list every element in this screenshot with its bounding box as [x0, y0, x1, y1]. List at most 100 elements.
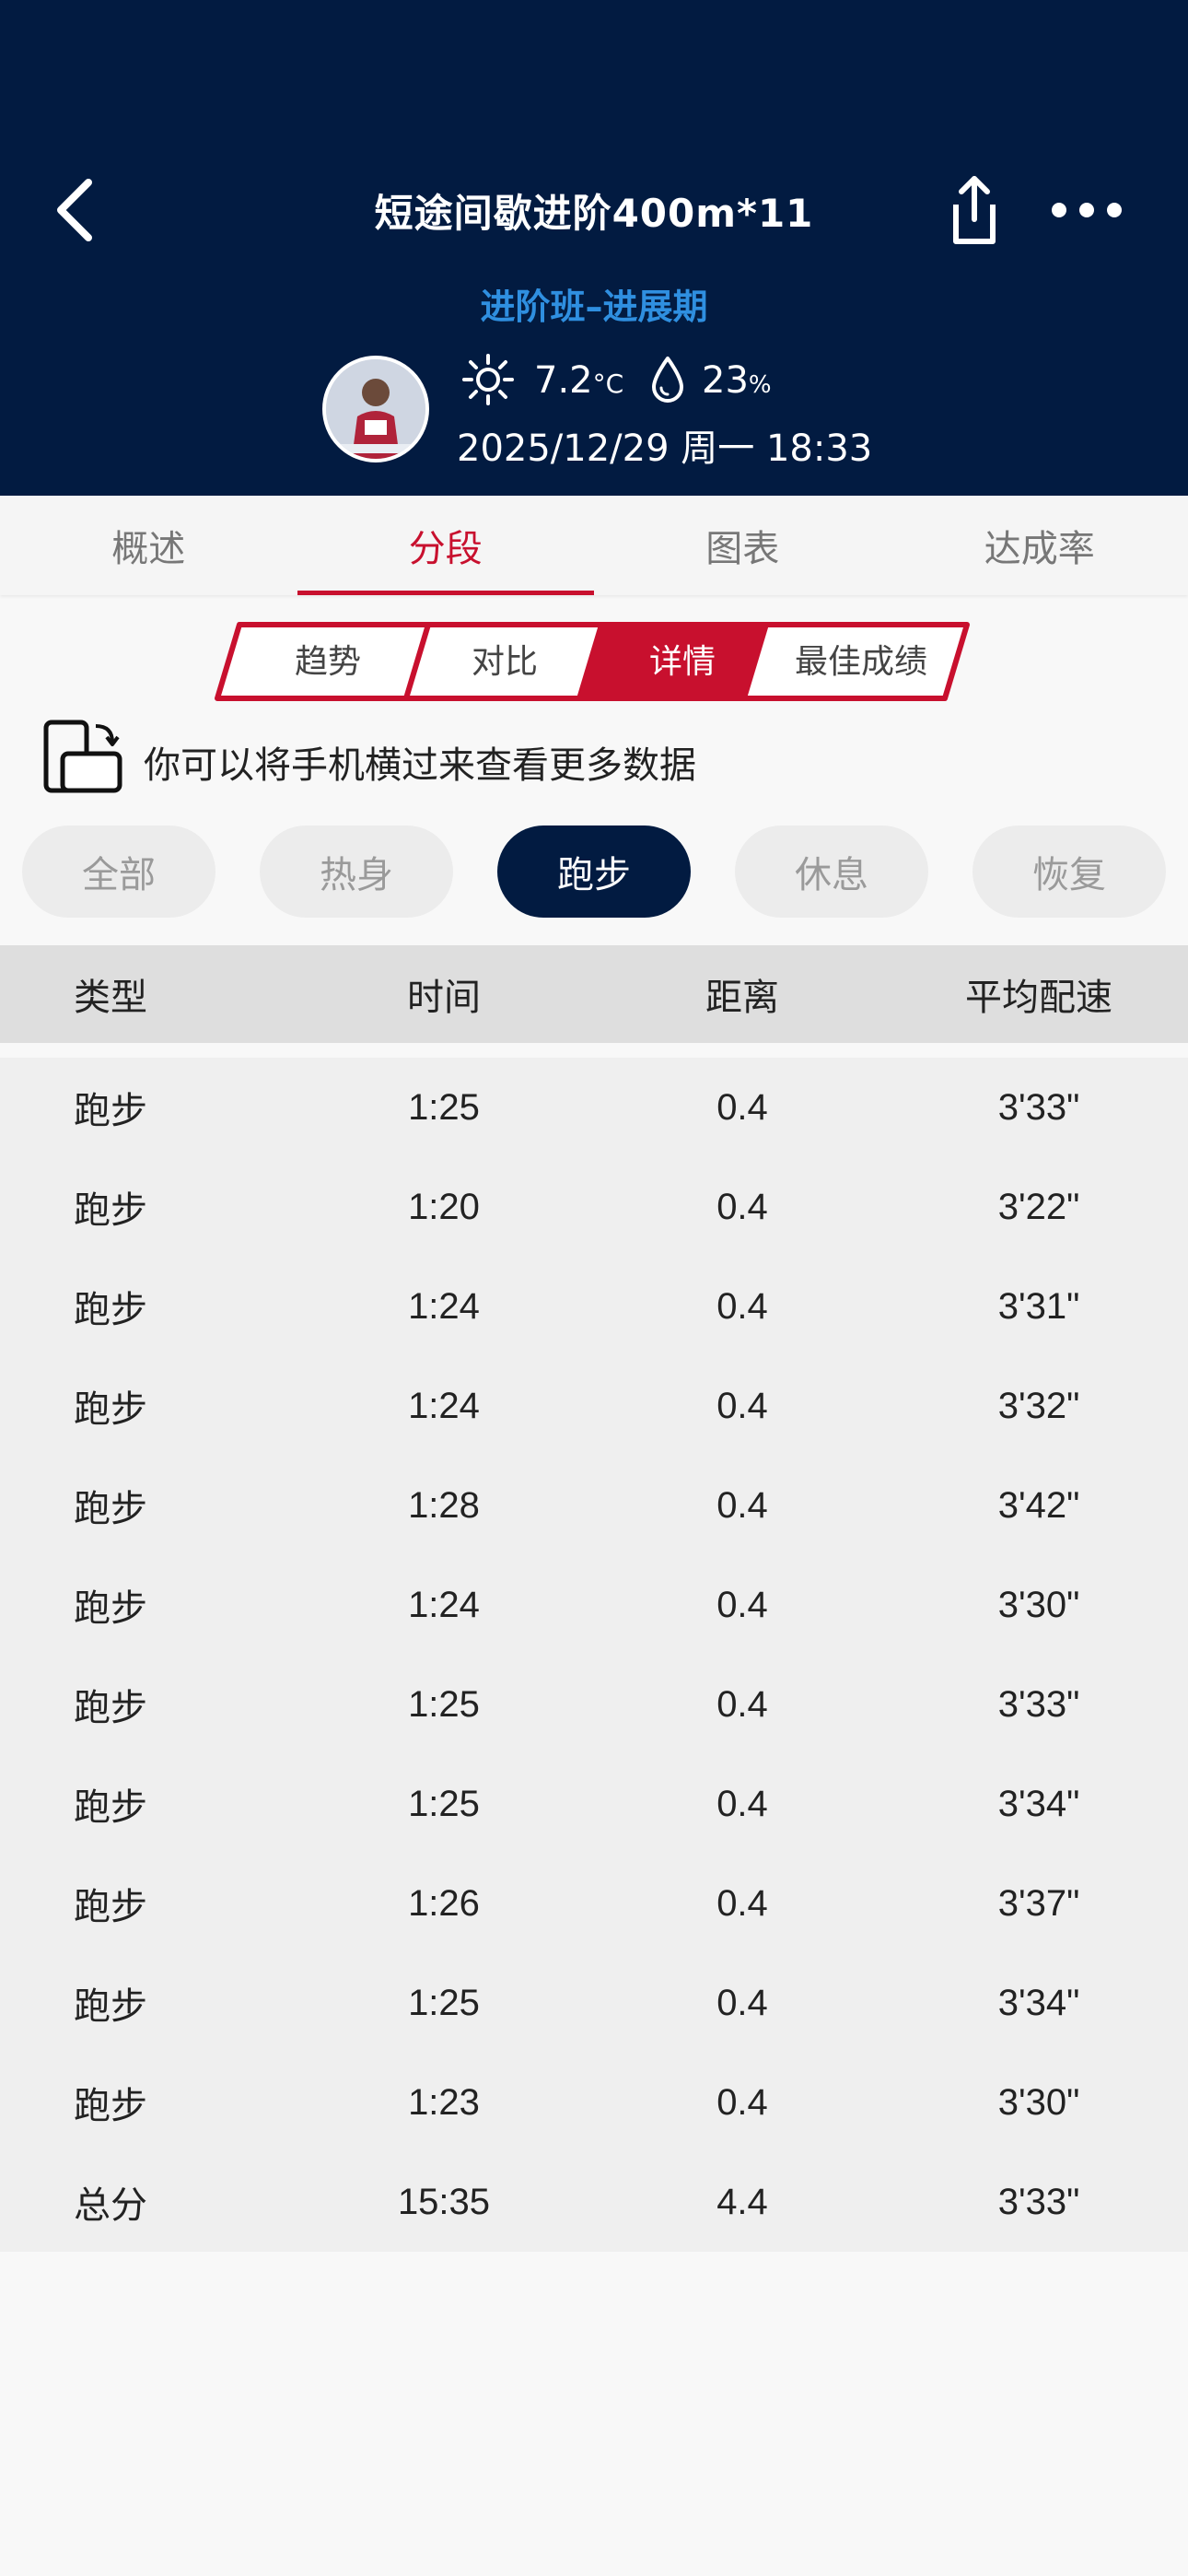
main-tab-bar: 概述 分段 图表 达成率 — [0, 496, 1188, 595]
lap-time: 1:25 — [408, 1982, 480, 2023]
workout-datetime: 2025/12/29 周一 18:33 — [457, 427, 873, 470]
column-header-time: 时间 — [407, 977, 481, 1019]
filter-rest[interactable]: 休息 — [735, 825, 928, 918]
table-row: 跑步 1:25 0.4 3'33" — [0, 1655, 1188, 1754]
tab-charts[interactable]: 图表 — [594, 496, 891, 595]
table-row: 跑步 1:20 0.4 3'22" — [0, 1157, 1188, 1257]
tab-completion-rate[interactable]: 达成率 — [891, 496, 1188, 595]
table-row: 跑步 1:24 0.4 3'31" — [0, 1257, 1188, 1356]
total-avg-pace: 3'33" — [997, 2181, 1080, 2222]
filter-warmup[interactable]: 热身 — [260, 825, 453, 918]
lap-distance: 0.4 — [716, 2081, 768, 2123]
lap-pace: 3'34" — [997, 1783, 1080, 1824]
segment-trend[interactable]: 趋势 — [295, 643, 361, 681]
table-row: 跑步 1:26 0.4 3'37" — [0, 1854, 1188, 1953]
sun-icon — [462, 354, 514, 405]
lap-type-filter: 全部 热身 跑步 休息 恢复 — [0, 825, 1188, 918]
lap-time: 1:24 — [408, 1385, 480, 1426]
temperature-value: 7.2 — [534, 359, 593, 402]
lap-type: 跑步 — [74, 1289, 147, 1331]
lap-distance: 0.4 — [716, 1285, 768, 1327]
rotate-hint-text: 你可以将手机横过来查看更多数据 — [144, 744, 696, 787]
app-screen: 短途间歇进阶400m*11 进阶班–进展期 7.2°C 23% 2025/12/… — [0, 0, 1188, 2576]
filter-recovery[interactable]: 恢复 — [973, 825, 1166, 918]
lap-type: 跑步 — [74, 1587, 147, 1630]
segment-trend-label: 趋势 — [295, 643, 361, 681]
table-row: 跑步 1:24 0.4 3'32" — [0, 1356, 1188, 1456]
lap-type: 跑步 — [74, 1189, 147, 1232]
lap-pace: 3'37" — [997, 1882, 1080, 1924]
lap-time: 1:25 — [408, 1086, 480, 1128]
lap-type: 跑步 — [74, 1488, 147, 1530]
lap-time: 1:25 — [408, 1683, 480, 1725]
lap-type: 跑步 — [74, 1388, 147, 1431]
total-distance: 4.4 — [716, 2181, 768, 2222]
laps-table: 跑步 1:25 0.4 3'33" 跑步 1:20 0.4 3'22" 跑步 1… — [0, 1058, 1188, 2252]
avatar[interactable] — [322, 356, 429, 463]
workout-plan-subtitle: 进阶班–进展期 — [480, 287, 708, 327]
lap-type: 跑步 — [74, 1090, 147, 1132]
column-header-distance: 距离 — [705, 977, 779, 1019]
lap-type: 跑步 — [74, 2085, 147, 2127]
lap-pace: 3'22" — [997, 1186, 1080, 1227]
lap-distance: 0.4 — [716, 1982, 768, 2023]
lap-time: 1:20 — [408, 1186, 480, 1227]
column-header-avg-pace: 平均配速 — [965, 977, 1112, 1019]
lap-type: 跑步 — [74, 1886, 147, 1928]
segment-details[interactable]: 详情 — [649, 643, 716, 681]
temperature-unit: °C — [592, 369, 624, 399]
table-row: 跑步 1:23 0.4 3'30" — [0, 2053, 1188, 2152]
share-icon[interactable] — [943, 173, 1006, 247]
lap-distance: 0.4 — [716, 1882, 768, 1924]
humidity-unit: % — [748, 371, 772, 399]
total-label: 总分 — [74, 2184, 147, 2227]
page-title: 短途间歇进阶400m*11 — [374, 191, 814, 236]
lap-type: 跑步 — [74, 1786, 147, 1829]
lap-distance: 0.4 — [716, 1484, 768, 1526]
lap-distance: 0.4 — [716, 1783, 768, 1824]
lap-pace: 3'32" — [997, 1385, 1080, 1426]
table-row: 跑步 1:25 0.4 3'34" — [0, 1953, 1188, 2053]
humidity: 23% — [702, 359, 772, 402]
segment-compare[interactable]: 对比 — [472, 643, 538, 681]
lap-time: 1:26 — [408, 1882, 480, 1924]
lap-type: 跑步 — [74, 1687, 147, 1729]
lap-time: 1:28 — [408, 1484, 480, 1526]
segment-details-label: 详情 — [649, 643, 716, 681]
drop-icon — [652, 357, 683, 403]
temperature: 7.2°C — [534, 359, 623, 402]
lap-pace: 3'34" — [997, 1982, 1080, 2023]
lap-pace: 3'33" — [997, 1683, 1080, 1725]
segment-control: 趋势 对比 详情 最佳成绩 — [215, 622, 970, 701]
lap-pace: 3'33" — [997, 1086, 1080, 1128]
tab-splits[interactable]: 分段 — [297, 496, 595, 595]
lap-pace: 3'31" — [997, 1285, 1080, 1327]
avatar-image — [326, 359, 425, 459]
column-header-type: 类型 — [74, 977, 147, 1019]
rotate-phone-icon — [43, 720, 122, 793]
total-time: 15:35 — [397, 2181, 491, 2222]
table-row: 跑步 1:28 0.4 3'42" — [0, 1456, 1188, 1555]
segment-best-records[interactable]: 最佳成绩 — [795, 643, 927, 681]
more-icon[interactable] — [1050, 192, 1124, 228]
lap-distance: 0.4 — [716, 1385, 768, 1426]
lap-distance: 0.4 — [716, 1584, 768, 1625]
lap-time: 1:23 — [408, 2081, 480, 2123]
lap-pace: 3'30" — [997, 1584, 1080, 1625]
table-header: 类型 时间 距离 平均配速 — [0, 945, 1188, 1043]
table-row: 跑步 1:24 0.4 3'30" — [0, 1555, 1188, 1655]
segment-compare-label: 对比 — [472, 643, 538, 681]
humidity-value: 23 — [702, 359, 749, 402]
lap-distance: 0.4 — [716, 1086, 768, 1128]
lap-time: 1:25 — [408, 1783, 480, 1824]
segment-best-records-label: 最佳成绩 — [795, 643, 927, 681]
lap-pace: 3'30" — [997, 2081, 1080, 2123]
lap-time: 1:24 — [408, 1584, 480, 1625]
table-row: 跑步 1:25 0.4 3'34" — [0, 1754, 1188, 1854]
filter-all[interactable]: 全部 — [22, 825, 215, 918]
lap-distance: 0.4 — [716, 1683, 768, 1725]
table-row: 跑步 1:25 0.4 3'33" — [0, 1058, 1188, 1157]
lap-type: 跑步 — [74, 1985, 147, 2028]
filter-run[interactable]: 跑步 — [497, 825, 691, 918]
tab-overview[interactable]: 概述 — [0, 496, 297, 595]
